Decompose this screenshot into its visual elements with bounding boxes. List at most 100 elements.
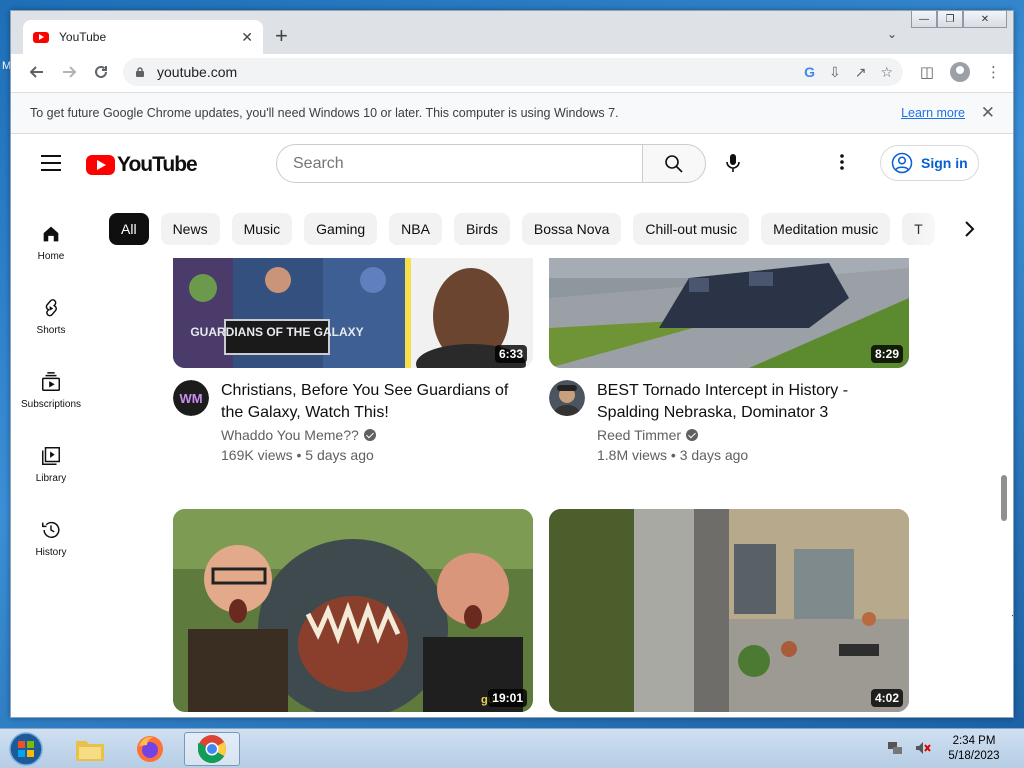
browser-toolbar: youtube.com G ⇩ ↗ ☆ ◫ ⋮ [11,54,1013,90]
youtube-logo-text: YouTube [117,153,198,176]
reload-icon [95,65,107,78]
avatar-text: WM [179,391,202,406]
video-card: GUARDIANS OF THE GALAXY 6:33 WM Christia… [173,258,533,470]
video-card: 4:02 [549,509,909,712]
more-options-icon[interactable] [839,153,845,171]
channel-name-text: Whaddo You Meme?? [221,427,359,443]
channel-name[interactable]: Reed Timmer [597,427,909,443]
search-input[interactable] [276,144,642,183]
new-tab-button[interactable]: + [275,25,288,47]
taskbar-chrome[interactable] [184,732,240,766]
reload-button[interactable] [85,56,117,88]
learn-more-link[interactable]: Learn more [901,106,965,120]
start-button[interactable] [6,731,46,767]
video-title[interactable]: Christians, Before You See Guardians of … [221,380,533,424]
window-controls: — ❐ ✕ [911,11,1007,28]
volume-muted-icon[interactable] [914,739,932,757]
video-thumbnail[interactable]: GUARDIANS OF THE GALAXY 6:33 [173,258,533,368]
back-button[interactable] [21,56,53,88]
lock-icon [136,67,144,77]
video-thumbnail[interactable]: 8:29 [549,258,909,368]
search-icon [665,154,683,173]
windows-taskbar: 2:34 PM 5/18/2023 [0,728,1024,768]
video-card: 8:29 BEST Tornado Intercept in History -… [549,258,909,470]
forward-button[interactable] [53,56,85,88]
infobar-close-icon[interactable]: ✕ [981,103,995,123]
chip-bossa-nova[interactable]: Bossa Nova [521,213,622,245]
video-stats: 169K views • 5 days ago [221,447,374,463]
chrome-menu-icon[interactable]: ⋮ [986,63,1001,81]
url-text: youtube.com [157,64,238,80]
chip-all[interactable]: All [109,213,149,245]
side-panel-icon[interactable]: ◫ [920,63,934,81]
tab-youtube[interactable]: YouTube ✕ [23,20,263,54]
restore-button[interactable]: ❐ [937,11,963,28]
chip-meditation-music[interactable]: Meditation music [761,213,891,245]
view-count: 169K views [221,447,293,463]
chip-news[interactable]: News [160,213,220,245]
tab-strip: YouTube ✕ + ⌄ — ❐ ✕ [11,11,1013,54]
upload-age: 5 days ago [305,447,374,463]
youtube-logo[interactable]: YouTube [86,153,198,177]
chrome-window: YouTube ✕ + ⌄ — ❐ ✕ youtube.com G ⇩ ↗ ☆ … [10,10,1014,718]
chevron-right-icon[interactable] [957,217,981,241]
view-count: 1.8M views [597,447,668,463]
video-feed: GUARDIANS OF THE GALAXY 6:33 WM Christia… [11,258,1013,717]
system-tray [886,739,932,757]
chip-nba[interactable]: NBA [389,213,442,245]
channel-avatar[interactable] [549,380,585,416]
thumbnail-image [549,509,909,712]
channel-name[interactable]: Whaddo You Meme?? [221,427,533,443]
forward-arrow-icon [63,66,77,78]
video-duration: 19:01 [488,689,527,707]
avatar-image: WM [173,380,209,416]
infobar-message: To get future Google Chrome updates, you… [30,106,619,120]
youtube-play-icon [86,155,115,175]
chrome-icon [198,735,226,763]
google-translate-icon[interactable]: G [804,64,815,80]
chip-music[interactable]: Music [231,213,293,245]
channel-avatar[interactable]: WM [173,380,209,416]
address-bar[interactable]: youtube.com G ⇩ ↗ ☆ [123,58,903,86]
taskbar-firefox[interactable] [122,732,178,766]
verified-badge-icon [686,429,699,441]
network-icon[interactable] [886,739,904,757]
update-infobar: To get future Google Chrome updates, you… [11,92,1013,134]
avatar-image [549,380,585,416]
video-thumbnail[interactable]: gu 19:01 [173,509,533,712]
account-circle-icon [891,152,913,174]
install-app-icon[interactable]: ⇩ [829,64,841,81]
tab-search-chevron-icon[interactable]: ⌄ [887,27,897,41]
video-thumbnail[interactable]: 4:02 [549,509,909,712]
video-duration: 8:29 [870,345,903,363]
firefox-icon [137,736,163,762]
microphone-icon[interactable] [721,151,745,175]
hamburger-menu-icon[interactable] [41,155,61,171]
tab-title: YouTube [59,30,107,44]
sign-in-button[interactable]: Sign in [880,145,979,181]
masthead: YouTube Sign in [11,135,1013,191]
window-close-button[interactable]: ✕ [963,11,1007,28]
minimize-button[interactable]: — [911,11,937,28]
folder-icon [76,741,104,761]
thumbnail-image: GUARDIANS OF THE GALAXY [173,258,533,368]
profile-avatar-icon[interactable] [950,62,970,82]
chip-chill-out-music[interactable]: Chill-out music [633,213,750,245]
page-scrollbar-thumb[interactable] [1001,475,1007,521]
thumbnail-caption: GUARDIANS OF THE GALAXY [190,325,363,339]
taskbar-clock[interactable]: 2:34 PM 5/18/2023 [942,734,1006,764]
channel-name-text: Reed Timmer [597,427,682,443]
thumbnail-image: gu [173,509,533,712]
bookmark-star-icon[interactable]: ☆ [880,64,893,81]
share-icon[interactable]: ↗ [855,64,867,81]
chip-birds[interactable]: Birds [453,213,510,245]
taskbar-explorer[interactable] [62,732,118,766]
video-duration: 4:02 [870,689,903,707]
video-title[interactable]: BEST Tornado Intercept in History - Spal… [597,380,909,424]
video-stats: 1.8M views • 3 days ago [597,447,749,463]
verified-badge-icon [363,429,376,441]
chip-gaming[interactable]: Gaming [304,213,378,245]
search-button[interactable] [642,144,706,183]
tab-close-icon[interactable]: ✕ [241,29,253,46]
youtube-favicon-icon [33,31,49,43]
